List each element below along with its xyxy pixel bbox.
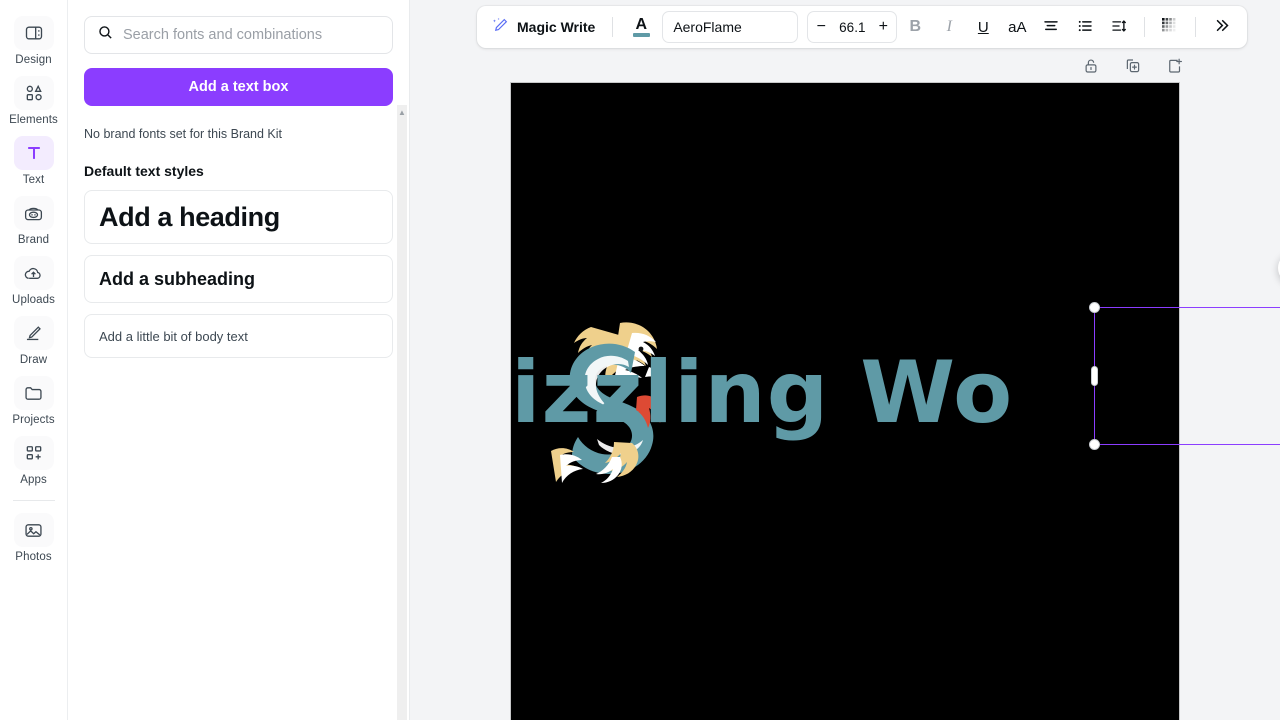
search-fonts-box[interactable] [84, 16, 393, 54]
line-spacing-icon [1110, 17, 1128, 38]
canvas-text-element[interactable]: izzling Wok [511, 338, 1011, 448]
toolbar-divider-2 [1144, 17, 1146, 37]
add-text-box-button[interactable]: Add a text box [84, 68, 393, 106]
italic-icon: I [946, 18, 952, 35]
toolbar-divider [612, 17, 614, 37]
elements-icon [13, 76, 54, 110]
font-size-stepper[interactable]: − 66.1 + [807, 11, 898, 43]
lock-icon [1082, 57, 1100, 78]
search-icon [97, 24, 114, 46]
lock-button[interactable] [1078, 54, 1104, 80]
bold-button[interactable]: B [899, 11, 931, 43]
double-chevron-right-icon [1212, 16, 1231, 38]
default-text-styles-title: Default text styles [84, 163, 204, 179]
uploads-icon [13, 256, 54, 290]
underline-button[interactable]: U [967, 11, 999, 43]
letter-case-button[interactable]: aA [1001, 11, 1033, 43]
page-actions [1078, 54, 1188, 80]
sidebar-item-label: Text [22, 174, 45, 186]
design-canvas[interactable]: izzling Wok [511, 83, 1179, 720]
search-input[interactable] [123, 27, 380, 43]
sidebar-item-projects[interactable]: Projects [3, 370, 65, 430]
projects-icon [13, 376, 54, 410]
text-toolbar: Magic Write A AeroFlame − 66.1 + B I U a… [477, 6, 1248, 48]
underline-icon: U [977, 18, 989, 36]
sidebar-item-label: Elements [9, 114, 58, 126]
text-color-icon: A [628, 17, 654, 37]
add-page-button[interactable] [1162, 54, 1188, 80]
sidebar-item-label: Uploads [12, 294, 55, 306]
sidebar-item-brand[interactable]: Brand [3, 190, 65, 250]
left-rail: Design Elements Text Brand Uploads Draw … [0, 0, 68, 720]
draw-icon [13, 316, 54, 350]
text-icon [13, 136, 54, 170]
duplicate-page-button[interactable] [1120, 54, 1146, 80]
style-card-body[interactable]: Add a little bit of body text [84, 314, 393, 358]
sidebar-item-label: Projects [12, 414, 55, 426]
magic-write-label: Magic Write [517, 19, 596, 35]
style-card-subheading[interactable]: Add a subheading [84, 255, 393, 303]
scroll-up-icon: ▲ [398, 108, 406, 117]
line-spacing-button[interactable] [1103, 11, 1135, 43]
magic-write-button[interactable]: Magic Write [487, 11, 603, 43]
toolbar-divider-3 [1195, 17, 1197, 37]
transparency-icon [1161, 17, 1179, 38]
sidebar-item-elements[interactable]: Elements [3, 70, 65, 130]
panel-scrollbar[interactable]: ▲ [397, 105, 407, 720]
transparency-button[interactable] [1154, 11, 1186, 43]
sidebar-item-label: Apps [20, 474, 47, 486]
letter-case-icon: aA [1008, 18, 1027, 36]
more-toolbar-button[interactable] [1205, 11, 1237, 43]
align-button[interactable] [1035, 11, 1067, 43]
sidebar-item-label: Photos [15, 551, 52, 563]
font-family-value: AeroFlame [673, 19, 742, 35]
align-center-icon [1042, 17, 1060, 38]
text-panel: Add a text box No brand fonts set for th… [68, 0, 410, 720]
sidebar-item-label: Draw [19, 354, 48, 366]
add-page-icon [1166, 57, 1184, 78]
italic-button[interactable]: I [933, 11, 965, 43]
apps-icon [13, 436, 54, 470]
sidebar-item-label: Design [15, 54, 52, 66]
font-size-decrease-button[interactable]: − [808, 12, 834, 42]
sidebar-item-label: Brand [17, 234, 50, 246]
sidebar-item-photos[interactable]: Photos [3, 507, 65, 567]
font-family-select[interactable]: AeroFlame [662, 11, 799, 43]
sidebar-item-design[interactable]: Design [3, 10, 65, 70]
style-card-heading[interactable]: Add a heading [84, 190, 393, 244]
list-button[interactable] [1069, 11, 1101, 43]
rail-divider [12, 500, 55, 501]
brand-icon [13, 196, 54, 230]
sidebar-item-draw[interactable]: Draw [3, 310, 65, 370]
text-color-button[interactable]: A [622, 11, 660, 43]
editor-area: Magic Write A AeroFlame − 66.1 + B I U a… [410, 0, 1280, 720]
brand-fonts-note: No brand fonts set for this Brand Kit [84, 127, 283, 141]
font-size-value[interactable]: 66.1 [834, 20, 870, 35]
canva-editor: Design Elements Text Brand Uploads Draw … [0, 0, 1280, 720]
photos-icon [13, 513, 54, 547]
sidebar-item-uploads[interactable]: Uploads [3, 250, 65, 310]
font-size-increase-button[interactable]: + [870, 12, 896, 42]
design-icon [13, 16, 54, 50]
sidebar-item-apps[interactable]: Apps [3, 430, 65, 490]
bulleted-list-icon [1076, 17, 1094, 38]
bold-icon: B [909, 18, 922, 35]
duplicate-page-icon [1124, 57, 1142, 78]
magic-pen-icon [491, 16, 510, 38]
sidebar-item-text[interactable]: Text [3, 130, 65, 190]
